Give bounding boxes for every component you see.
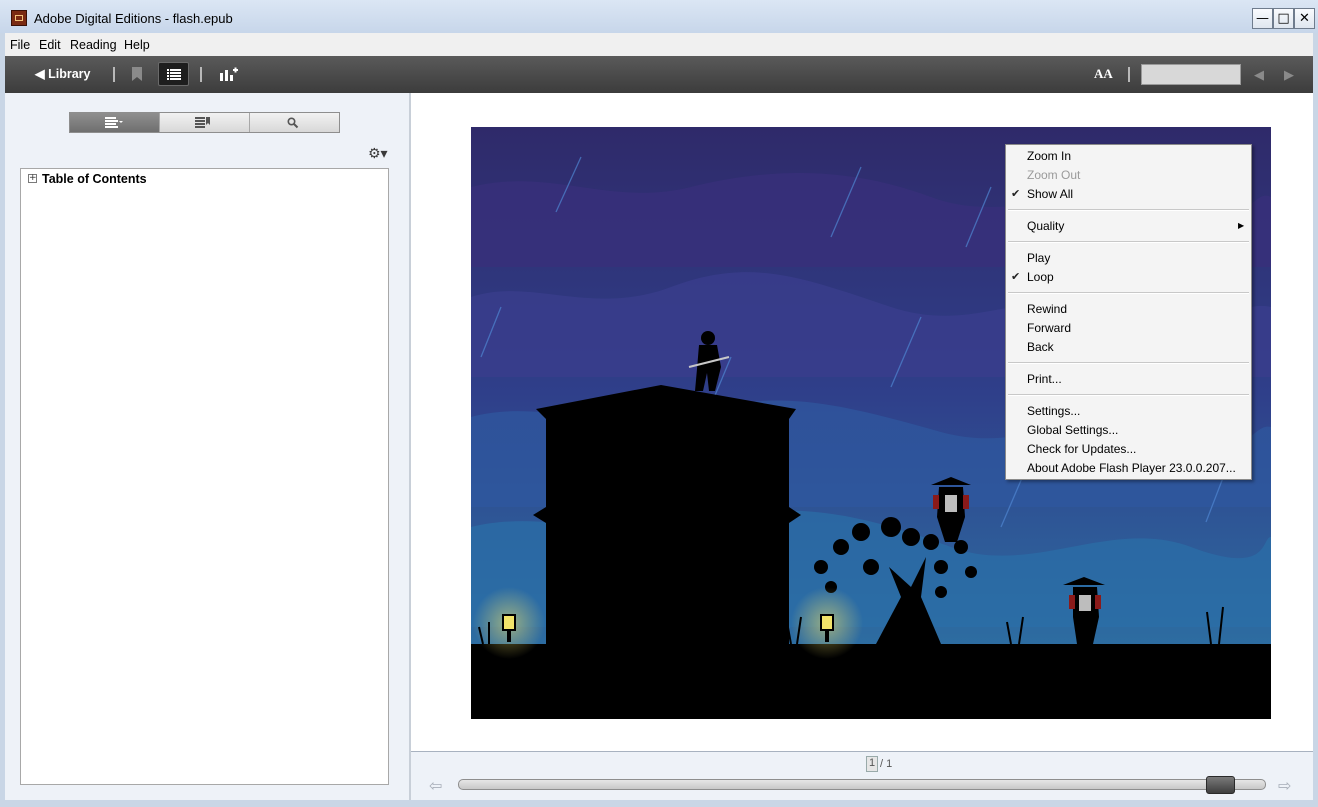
reading-progress-slider[interactable] bbox=[458, 779, 1266, 790]
menu-edit[interactable]: Edit bbox=[39, 38, 61, 52]
page-number-input[interactable] bbox=[1141, 64, 1241, 85]
menu-separator bbox=[1008, 394, 1249, 396]
checkmark-icon: ✔ bbox=[1011, 270, 1021, 283]
table-of-contents-panel: + Table of Contents bbox=[20, 168, 389, 785]
adobe-digital-editions-icon bbox=[11, 10, 27, 26]
current-page-indicator[interactable]: 1 bbox=[866, 756, 878, 772]
expand-icon[interactable]: + bbox=[28, 174, 37, 183]
menu-reading[interactable]: Reading bbox=[70, 38, 117, 52]
library-button[interactable]: ◀ Library bbox=[35, 66, 90, 81]
font-size-button[interactable]: AA bbox=[1094, 66, 1113, 82]
menu-print[interactable]: Print... bbox=[1027, 370, 1062, 389]
next-page-icon[interactable]: ⇨ bbox=[1278, 776, 1291, 796]
menu-loop[interactable]: Loop bbox=[1027, 268, 1054, 287]
bookmarks-list-icon bbox=[195, 117, 210, 128]
tab-contents[interactable] bbox=[70, 113, 160, 132]
menu-separator bbox=[1008, 292, 1249, 294]
toolbar-separator bbox=[1128, 67, 1130, 82]
search-icon bbox=[287, 117, 299, 129]
menu-forward[interactable]: Forward bbox=[1027, 319, 1071, 338]
toc-item-root[interactable]: Table of Contents bbox=[42, 172, 147, 186]
toc-toggle-button[interactable] bbox=[158, 62, 189, 86]
sidebar-view-switcher bbox=[69, 112, 340, 133]
previous-page-arrow-icon[interactable]: ◀ bbox=[1254, 67, 1264, 83]
sidebar-panel: ⚙▾ + Table of Contents bbox=[5, 93, 409, 800]
maximize-button[interactable]: □ bbox=[1273, 8, 1294, 29]
bottom-navigation-bar: 1 / 1 ⇦ ⇨ bbox=[411, 751, 1313, 800]
menu-rewind[interactable]: Rewind bbox=[1027, 300, 1067, 319]
menu-bar: File Edit Reading Help bbox=[5, 33, 1313, 56]
gear-icon[interactable]: ⚙▾ bbox=[368, 146, 388, 162]
progress-slider-thumb[interactable] bbox=[1205, 776, 1235, 794]
tab-bookmarks[interactable] bbox=[160, 113, 250, 132]
minimize-button[interactable]: — bbox=[1252, 8, 1273, 29]
window-title: Adobe Digital Editions - flash.epub bbox=[34, 11, 233, 26]
total-pages-label: / 1 bbox=[880, 758, 893, 770]
app-window: Adobe Digital Editions - flash.epub — □ … bbox=[0, 0, 1318, 807]
contents-list-icon bbox=[105, 117, 123, 128]
menu-quality[interactable]: Quality bbox=[1027, 217, 1064, 236]
menu-back[interactable]: Back bbox=[1027, 338, 1054, 357]
menu-about-flash[interactable]: About Adobe Flash Player 23.0.0.207... bbox=[1027, 459, 1236, 478]
tab-search[interactable] bbox=[250, 113, 339, 132]
title-bar: Adobe Digital Editions - flash.epub — □ … bbox=[0, 0, 1318, 33]
menu-play[interactable]: Play bbox=[1027, 249, 1050, 268]
bar-chart-add-icon[interactable] bbox=[220, 67, 238, 81]
menu-show-all[interactable]: Show All bbox=[1027, 185, 1073, 204]
menu-separator bbox=[1008, 241, 1249, 243]
flash-context-menu: Zoom In Zoom Out ✔ Show All Quality ▶ Pl… bbox=[1005, 144, 1252, 480]
menu-global-settings[interactable]: Global Settings... bbox=[1027, 421, 1118, 440]
submenu-arrow-icon: ▶ bbox=[1238, 221, 1245, 230]
menu-zoom-out: Zoom Out bbox=[1027, 168, 1081, 182]
menu-check-updates[interactable]: Check for Updates... bbox=[1027, 440, 1136, 459]
list-icon bbox=[167, 69, 181, 80]
checkmark-icon: ✔ bbox=[1011, 187, 1021, 200]
menu-file[interactable]: File bbox=[10, 38, 30, 52]
bookmark-icon[interactable] bbox=[132, 67, 142, 81]
toolbar-separator bbox=[113, 67, 115, 82]
next-page-arrow-icon[interactable]: ▶ bbox=[1284, 67, 1294, 83]
toolbar-separator bbox=[200, 67, 202, 82]
menu-separator bbox=[1008, 209, 1249, 211]
close-button[interactable]: ✕ bbox=[1294, 8, 1315, 29]
toolbar: ◀ Library AA ◀ ▶ bbox=[5, 56, 1313, 93]
menu-separator bbox=[1008, 362, 1249, 364]
previous-page-icon[interactable]: ⇦ bbox=[429, 776, 442, 796]
menu-settings[interactable]: Settings... bbox=[1027, 402, 1080, 421]
menu-help[interactable]: Help bbox=[124, 38, 150, 52]
menu-zoom-in[interactable]: Zoom In bbox=[1027, 147, 1071, 166]
